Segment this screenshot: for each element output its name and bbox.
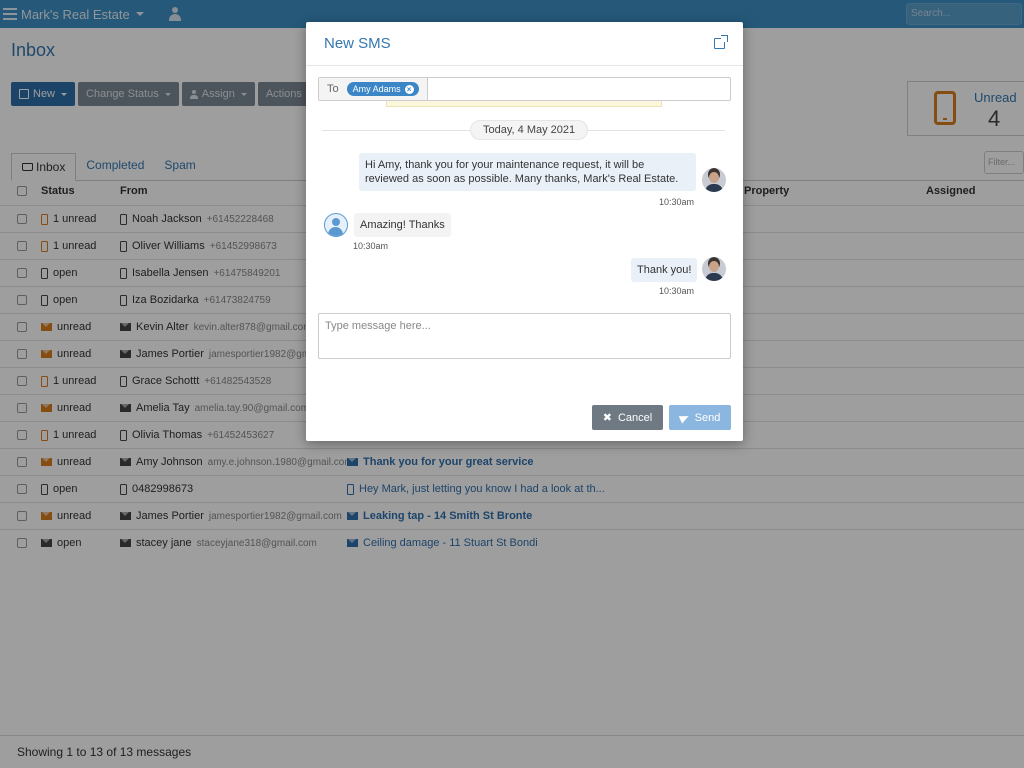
autocomplete-hint [386,101,662,107]
recipient-name: Amy Adams [352,84,401,94]
recipient-chip[interactable]: Amy Adams × [346,82,419,96]
modal-header: New SMS [306,22,743,66]
remove-recipient-icon[interactable]: × [404,84,414,94]
to-label-cell: To Amy Adams × [319,78,428,100]
contact-avatar [324,213,348,237]
message-compose-input[interactable] [318,313,731,359]
message-bubble-incoming: Amazing! Thanks [354,213,451,237]
agent-avatar [702,257,726,281]
close-icon: ✖ [602,412,612,424]
agent-avatar [702,168,726,192]
send-button[interactable]: Send [669,405,731,430]
to-label: To [327,83,339,95]
recipient-field[interactable]: To Amy Adams × [318,77,731,101]
send-label: Send [694,411,721,424]
message-time: 10:30am [353,241,389,251]
message-bubble-outgoing: Hi Amy, thank you for your maintenance r… [359,153,696,191]
modal-title: New SMS [324,35,391,52]
new-sms-modal: New SMS To Amy Adams × Today, 4 May 2021… [306,22,743,441]
paper-plane-icon [678,411,690,424]
message-time: 10:30am [659,197,695,207]
recipient-input[interactable] [428,78,730,100]
cancel-label: Cancel [617,411,653,424]
message-bubble-outgoing: Thank you! [631,258,698,282]
date-separator: Today, 4 May 2021 [470,120,589,140]
cancel-button[interactable]: ✖ Cancel [592,405,663,430]
message-time: 10:30am [659,286,695,296]
external-link-icon[interactable] [714,35,728,49]
